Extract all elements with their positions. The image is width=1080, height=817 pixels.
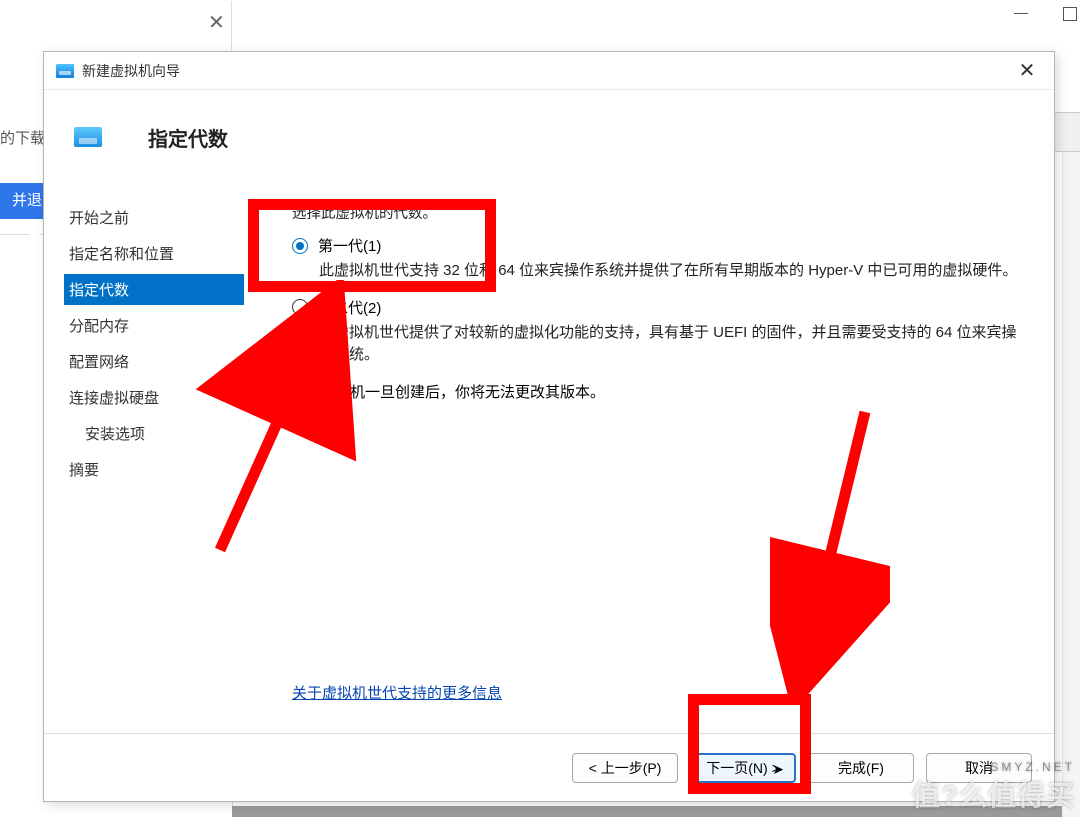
radio-gen2-dot[interactable] xyxy=(292,299,308,315)
finish-button[interactable]: 完成(F) xyxy=(808,753,914,783)
radio-gen2-desc: 此虚拟机世代提供了对较新的虚拟化功能的支持，具有基于 UEFI 的固件，并且需要… xyxy=(319,322,1024,367)
warning-icon xyxy=(292,384,308,398)
content-area: 开始之前 指定名称和位置 指定代数 分配内存 配置网络 连接虚拟硬盘 安装选项 … xyxy=(44,172,1054,733)
titlebar[interactable]: 新建虚拟机向导 ✕ xyxy=(44,52,1054,90)
wizard-icon xyxy=(56,64,74,78)
wizard-main: 选择此虚拟机的代数。 第一代(1) 此虚拟机世代支持 32 位和 64 位来宾操… xyxy=(244,172,1054,733)
nav-generation[interactable]: 指定代数 xyxy=(64,274,244,305)
bg-download-label: 的下载 xyxy=(0,127,45,148)
wizard-footer: < 上一步(P) 下一页(N) > ➤ 完成(F) 取消 xyxy=(44,733,1054,801)
next-button-label: 下一页(N) > xyxy=(706,758,780,778)
nav-summary[interactable]: 摘要 xyxy=(64,454,244,485)
more-info-link[interactable]: 关于虚拟机世代支持的更多信息 xyxy=(292,682,502,703)
bg-exit-button[interactable]: 并退出 xyxy=(0,183,44,219)
instruction-text: 选择此虚拟机的代数。 xyxy=(292,202,1024,223)
wizard-title: 新建虚拟机向导 xyxy=(82,61,1012,81)
radio-gen1-desc: 此虚拟机世代支持 32 位和 64 位来宾操作系统并提供了在所有早期版本的 Hy… xyxy=(319,260,1024,283)
nav-network[interactable]: 配置网络 xyxy=(64,346,244,377)
warning-text: 虚拟机一旦创建后，你将无法更改其版本。 xyxy=(320,381,605,402)
radio-gen1[interactable]: 第一代(1) 此虚拟机世代支持 32 位和 64 位来宾操作系统并提供了在所有早… xyxy=(292,235,1024,283)
nav-install-options[interactable]: 安装选项 xyxy=(64,418,244,449)
bg-footer-strip xyxy=(232,806,1062,817)
nav-name-location[interactable]: 指定名称和位置 xyxy=(64,238,244,269)
bg-close-icon[interactable]: ✕ xyxy=(208,10,225,35)
wizard-dialog: 新建虚拟机向导 ✕ 指定代数 开始之前 指定名称和位置 指定代数 分配内存 配置… xyxy=(43,51,1055,802)
close-icon[interactable]: ✕ xyxy=(1012,58,1042,83)
bg-minimize-icon[interactable] xyxy=(1014,13,1028,14)
radio-gen1-dot[interactable] xyxy=(292,238,308,254)
wizard-nav: 开始之前 指定名称和位置 指定代数 分配内存 配置网络 连接虚拟硬盘 安装选项 … xyxy=(44,172,244,733)
next-button[interactable]: 下一页(N) > ➤ xyxy=(690,753,796,783)
nav-disk[interactable]: 连接虚拟硬盘 xyxy=(64,382,244,413)
bg-maximize-icon[interactable] xyxy=(1063,7,1077,21)
radio-gen1-label: 第一代(1) xyxy=(318,235,381,256)
nav-before-begin[interactable]: 开始之前 xyxy=(64,202,244,233)
radio-gen2[interactable]: 第二代(2) 此虚拟机世代提供了对较新的虚拟化功能的支持，具有基于 UEFI 的… xyxy=(292,297,1024,367)
radio-gen2-label: 第二代(2) xyxy=(318,297,381,318)
wizard-header: 指定代数 xyxy=(44,90,1054,172)
cancel-button[interactable]: 取消 xyxy=(926,753,1032,783)
nav-memory[interactable]: 分配内存 xyxy=(64,310,244,341)
warning-line: 虚拟机一旦创建后，你将无法更改其版本。 xyxy=(292,381,1024,402)
prev-button[interactable]: < 上一步(P) xyxy=(572,753,678,783)
wizard-header-icon xyxy=(74,127,102,147)
wizard-header-title: 指定代数 xyxy=(148,123,228,152)
bg-scrollbar[interactable] xyxy=(1062,152,1080,817)
